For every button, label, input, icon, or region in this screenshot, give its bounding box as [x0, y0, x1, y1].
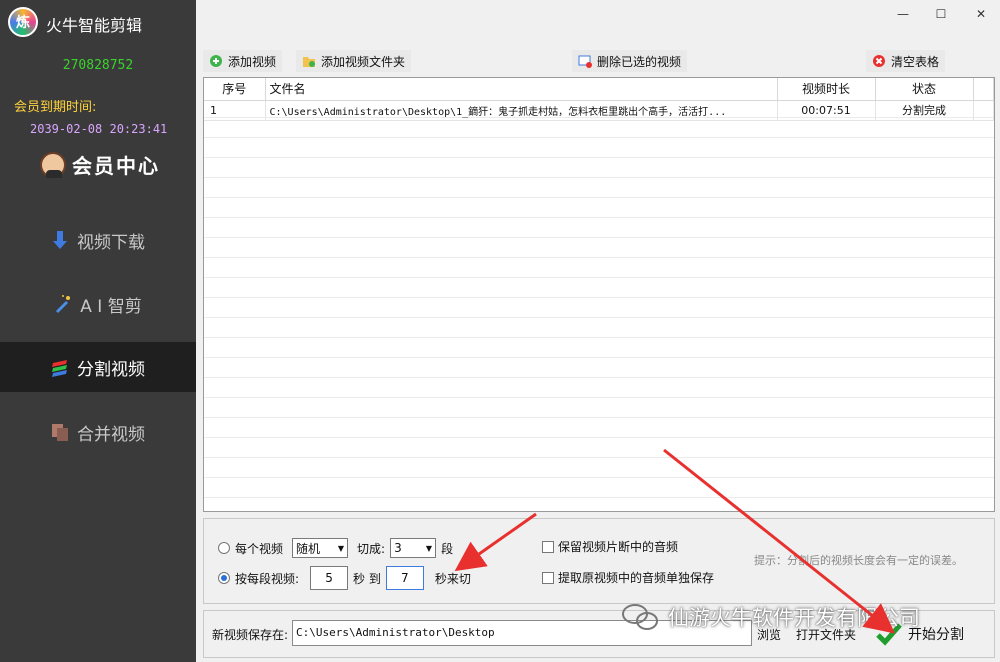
delete-selected-label: 删除已选的视频: [597, 54, 682, 69]
minimize-button[interactable]: —: [888, 4, 918, 24]
delete-window-icon: [578, 55, 592, 68]
expire-time: 2039-02-08 20:23:41: [30, 122, 168, 136]
logo-text: 炼: [16, 15, 30, 31]
header-index[interactable]: 序号: [204, 78, 266, 101]
header-filename[interactable]: 文件名: [265, 78, 778, 101]
watermark: 仙游火牛软件开发有限公司: [620, 602, 920, 632]
download-arrow-icon: [53, 231, 67, 249]
to-seconds-input[interactable]: 7: [385, 566, 424, 590]
per-video-radio[interactable]: [218, 542, 230, 554]
sidebar-item-split[interactable]: 分割视频: [0, 342, 196, 392]
expire-label: 会员到期时间:: [14, 100, 97, 115]
table-row[interactable]: 1 C:\Users\Administrator\Desktop\1_鏑犴：鬼子…: [204, 100, 994, 121]
merge-pages-icon: [52, 424, 68, 441]
folder-add-icon: [303, 57, 315, 67]
clear-x-icon: [873, 55, 885, 67]
header-status[interactable]: 状态: [875, 78, 974, 101]
clear-table-label: 清空表格: [891, 54, 940, 69]
per-segment-label: 按每段视频:: [235, 571, 300, 586]
keep-audio-checkbox[interactable]: [542, 540, 554, 553]
close-button[interactable]: ✕: [966, 4, 996, 24]
add-folder-label: 添加视频文件夹: [321, 54, 406, 69]
save-label: 新视频保存在:: [212, 628, 289, 642]
header-duration[interactable]: 视频时长: [777, 78, 876, 101]
grid-lines: [204, 78, 994, 511]
sidebar-item-merge[interactable]: 合并视频: [0, 407, 196, 457]
delete-selected-button[interactable]: 删除已选的视频: [572, 50, 688, 72]
sidebar: 炼 火牛智能剪辑 270828752 会员到期时间: 2039-02-08 20…: [0, 0, 196, 662]
ai-wand-icon: [56, 295, 71, 313]
add-folder-button[interactable]: 添加视频文件夹: [296, 50, 412, 72]
cell-status: 分割完成: [875, 100, 974, 121]
member-center-label: 会员中心: [72, 154, 160, 178]
sidebar-item-download[interactable]: 视频下载: [0, 215, 196, 265]
chevron-down-icon: ▼: [425, 543, 433, 553]
split-layers-icon: [52, 360, 67, 377]
header-filler: [973, 78, 994, 101]
maximize-button[interactable]: ☐: [926, 4, 956, 24]
split-options-panel: 每个视频 随机 ▼ 切成: 3 ▼ 段 按每段视频: 5 秒 到 7 秒来切 保留视…: [203, 518, 995, 604]
watermark-text: 仙游火牛软件开发有限公司: [668, 606, 920, 630]
table-header-row: 序号 文件名 视频时长 状态: [204, 78, 994, 101]
cell-index: 1: [204, 100, 266, 121]
app-window: 炼 火牛智能剪辑 270828752 会员到期时间: 2039-02-08 20…: [0, 0, 1000, 662]
cell-filler: [973, 100, 994, 121]
video-table[interactable]: 序号 文件名 视频时长 状态 1 C:\Users\Administrator\…: [203, 77, 995, 512]
sidebar-item-label: 分割视频: [77, 359, 145, 380]
mode-select-value: 随机: [296, 541, 321, 556]
segments-select-value: 3: [394, 541, 402, 555]
clear-table-button[interactable]: 清空表格: [866, 50, 946, 72]
sidebar-item-label: A I 智剪: [80, 296, 142, 317]
cell-duration: 00:07:51: [777, 100, 876, 121]
app-logo-icon: 炼: [8, 7, 38, 37]
extract-audio-label: 提取原视频中的音频单独保存: [558, 571, 715, 585]
seconds-cut-label: 秒来切: [434, 571, 471, 586]
segments-unit: 段: [441, 541, 454, 556]
add-video-button[interactable]: 添加视频: [203, 50, 283, 72]
keep-audio-label: 保留视频片断中的音频: [558, 540, 679, 554]
per-video-label: 每个视频: [235, 541, 284, 556]
wechat-icon: [622, 604, 658, 630]
chevron-down-icon: ▼: [337, 543, 345, 553]
hint-text: 提示：分割后的视频长度会有一定的误差。: [754, 554, 963, 567]
cell-filename: C:\Users\Administrator\Desktop\1_鏑犴：鬼子抓走…: [265, 100, 778, 121]
extract-audio-checkbox[interactable]: [542, 571, 554, 584]
seconds-to-label: 秒 到: [353, 571, 381, 586]
add-circle-icon: [210, 55, 222, 67]
add-video-label: 添加视频: [228, 54, 277, 69]
segments-select[interactable]: 3 ▼: [390, 538, 437, 558]
sidebar-item-ai-cut[interactable]: A I 智剪: [0, 279, 196, 329]
from-seconds-input[interactable]: 5: [310, 566, 349, 590]
mode-select[interactable]: 随机 ▼: [292, 538, 349, 558]
cut-into-label: 切成:: [357, 541, 386, 556]
sidebar-item-label: 视频下载: [77, 232, 145, 253]
member-avatar-icon: [40, 151, 66, 178]
user-id: 270828752: [62, 58, 134, 73]
sidebar-item-label: 合并视频: [77, 424, 145, 445]
per-segment-radio[interactable]: [218, 572, 230, 584]
app-title: 火牛智能剪辑: [46, 16, 143, 35]
member-center-button[interactable]: 会员中心: [40, 150, 160, 179]
